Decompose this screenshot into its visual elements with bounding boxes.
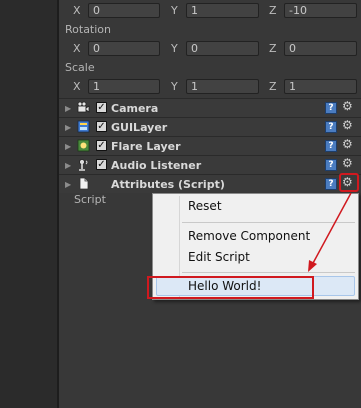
annotation-arrow-icon xyxy=(308,192,352,272)
